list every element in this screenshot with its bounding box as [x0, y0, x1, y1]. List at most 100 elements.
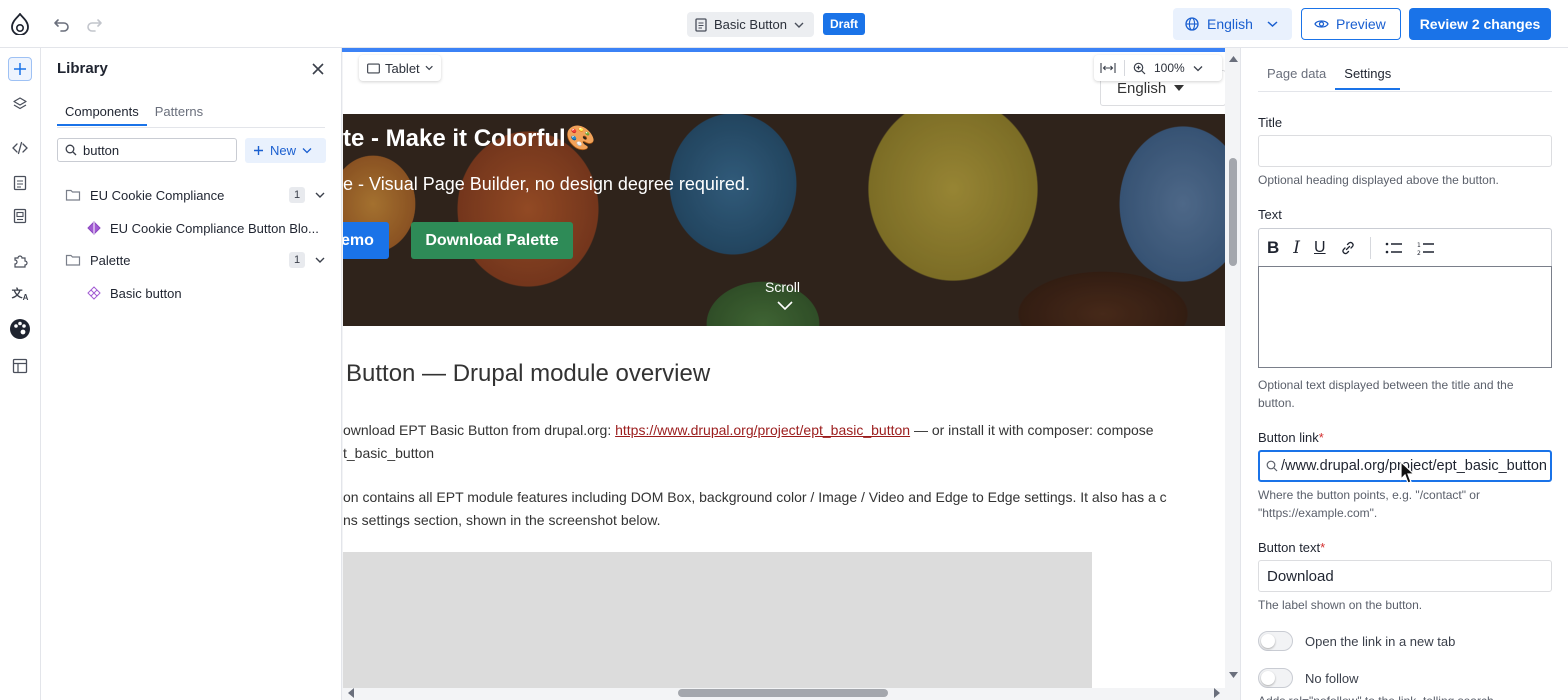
- download-palette-button[interactable]: Download Palette: [411, 222, 573, 259]
- drupal-logo-icon[interactable]: [10, 12, 30, 36]
- left-rail: 文A: [0, 48, 41, 700]
- folder-palette[interactable]: Palette 1: [57, 247, 327, 273]
- text-editor[interactable]: [1258, 266, 1552, 368]
- chevron-down-icon[interactable]: [313, 188, 327, 202]
- hero-title: te - Make it Colorful🎨: [343, 125, 596, 152]
- scroll-down-icon[interactable]: [1227, 670, 1240, 680]
- article-paragraph: on contains all EPT module features incl…: [343, 489, 1167, 528]
- site-header: English: [343, 52, 1225, 114]
- chevron-down-icon[interactable]: [775, 298, 795, 312]
- settings-tabs: Page data Settings: [1258, 60, 1401, 90]
- page-icon[interactable]: [8, 171, 32, 195]
- folder-icon: [65, 254, 81, 266]
- language-selector[interactable]: English: [1173, 8, 1292, 40]
- undo-icon[interactable]: [52, 14, 72, 34]
- zoom-controls[interactable]: 100%: [1094, 55, 1222, 81]
- bold-icon[interactable]: B: [1267, 238, 1279, 258]
- extension-icon[interactable]: [8, 249, 32, 273]
- plus-icon: [254, 146, 263, 155]
- page-selector[interactable]: Basic Button: [687, 12, 814, 37]
- divider: [1258, 91, 1552, 92]
- numbered-list-icon[interactable]: 12: [1417, 241, 1435, 255]
- title-help: Optional heading displayed above the but…: [1258, 173, 1499, 187]
- scroll-right-icon[interactable]: [1212, 687, 1222, 699]
- tab-patterns[interactable]: Patterns: [147, 98, 211, 126]
- nofollow-help: Adds rel="nofollow" to the link, telling…: [1258, 692, 1552, 700]
- library-tabs: Components Patterns: [57, 98, 211, 126]
- button-text-label: Button text*: [1258, 540, 1326, 555]
- count-badge: 1: [289, 252, 305, 268]
- palette-icon[interactable]: [8, 317, 32, 341]
- library-panel: Library Components Patterns button New E…: [41, 48, 342, 700]
- layout-icon[interactable]: [8, 354, 32, 378]
- tab-settings[interactable]: Settings: [1335, 60, 1401, 90]
- component-basic-button[interactable]: Basic button: [87, 280, 327, 306]
- template-icon[interactable]: [8, 204, 32, 228]
- bulleted-list-icon[interactable]: [1385, 241, 1403, 255]
- component-label: Basic button: [110, 285, 182, 301]
- open-new-tab-label: Open the link in a new tab: [1305, 633, 1456, 649]
- component-eu-cookie-compliance-button[interactable]: EU Cookie Compliance Button Blo...: [87, 215, 327, 241]
- redo-icon[interactable]: [84, 14, 104, 34]
- component-label: EU Cookie Compliance Button Blo...: [110, 220, 319, 236]
- settings-panel: Page data Settings Title Optional headin…: [1240, 48, 1568, 700]
- new-component-button[interactable]: New: [245, 138, 326, 163]
- scrollbar-thumb[interactable]: [678, 689, 888, 697]
- open-new-tab-toggle-row[interactable]: Open the link in a new tab: [1258, 631, 1455, 651]
- svg-text:2: 2: [1417, 250, 1421, 255]
- italic-icon[interactable]: I: [1293, 238, 1300, 258]
- scrollbar-thumb[interactable]: [1229, 158, 1237, 266]
- preview-canvas[interactable]: English te - Make it Colorful🎨 e - Visua…: [342, 48, 1240, 700]
- button-text-input[interactable]: Download: [1258, 560, 1552, 592]
- underline-icon[interactable]: U: [1314, 239, 1326, 257]
- article-heading: Button — Drupal module overview: [346, 360, 711, 387]
- nofollow-toggle[interactable]: [1258, 668, 1293, 688]
- nofollow-toggle-row[interactable]: No follow: [1258, 668, 1358, 688]
- scroll-label[interactable]: Scroll: [765, 279, 800, 295]
- chevron-down-icon[interactable]: [313, 253, 327, 267]
- search-icon: [1266, 460, 1278, 472]
- fit-width-icon[interactable]: [1100, 62, 1116, 74]
- text-label: Text: [1258, 207, 1282, 222]
- search-value: button: [83, 142, 120, 158]
- tab-components[interactable]: Components: [57, 98, 147, 126]
- zoom-level: 100%: [1154, 61, 1185, 75]
- library-search-input[interactable]: button: [57, 138, 237, 162]
- button-link-label: Button link*: [1258, 430, 1324, 445]
- nofollow-label: No follow: [1305, 670, 1359, 686]
- code-icon[interactable]: [8, 136, 32, 160]
- demo-button[interactable]: emo: [343, 222, 389, 259]
- hero-section: te - Make it Colorful🎨 e - Visual Page B…: [343, 114, 1225, 326]
- title-label: Title: [1258, 115, 1283, 130]
- language-label: English: [1207, 16, 1253, 32]
- library-title: Library: [57, 60, 108, 77]
- preview-frame[interactable]: English te - Make it Colorful🎨 e - Visua…: [343, 52, 1225, 688]
- new-label: New: [270, 143, 297, 158]
- device-selector[interactable]: Tablet: [359, 55, 441, 81]
- top-bar: Basic Button Draft English Preview Revie…: [0, 0, 1568, 48]
- title-field[interactable]: [1258, 135, 1552, 167]
- scroll-up-icon[interactable]: [1227, 54, 1240, 64]
- divider: [57, 127, 325, 128]
- folder-eu-cookie-compliance[interactable]: EU Cookie Compliance 1: [57, 182, 327, 208]
- drupal-project-link[interactable]: https://www.drupal.org/project/ept_basic…: [615, 422, 910, 438]
- open-new-tab-toggle[interactable]: [1258, 631, 1293, 651]
- zoom-in-icon[interactable]: [1133, 62, 1146, 75]
- translate-icon[interactable]: 文A: [8, 282, 32, 306]
- vertical-scrollbar[interactable]: [1227, 52, 1240, 682]
- link-icon[interactable]: [1340, 240, 1356, 256]
- tab-page-data[interactable]: Page data: [1258, 60, 1335, 90]
- layers-icon[interactable]: [8, 92, 32, 116]
- close-icon[interactable]: [309, 60, 327, 78]
- add-icon[interactable]: [8, 57, 32, 81]
- chevron-down-icon: [425, 65, 433, 71]
- chevron-down-icon[interactable]: [1193, 65, 1203, 72]
- article-paragraph: ownload EPT Basic Button from drupal.org…: [343, 422, 1154, 461]
- scroll-left-icon[interactable]: [346, 687, 356, 699]
- block-component-icon: [87, 221, 101, 235]
- preview-button[interactable]: Preview: [1301, 8, 1401, 40]
- chevron-down-icon: [794, 22, 804, 28]
- horizontal-scrollbar[interactable]: [342, 684, 1227, 700]
- review-changes-button[interactable]: Review 2 changes: [1409, 8, 1551, 40]
- folder-label: Palette: [90, 252, 131, 268]
